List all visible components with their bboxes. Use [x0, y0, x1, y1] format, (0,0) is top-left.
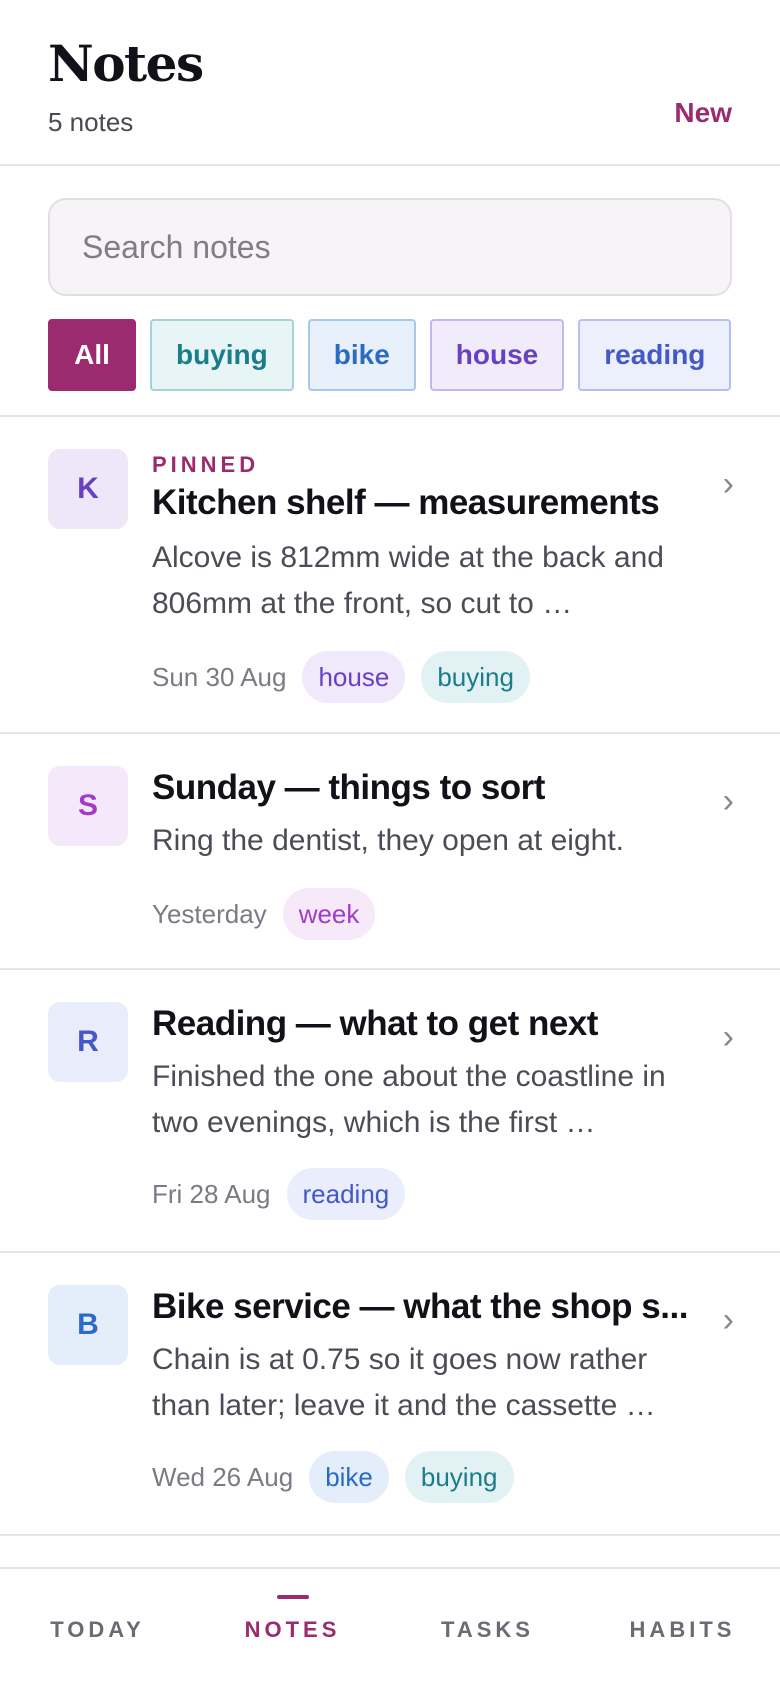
note-date: Yesterday [152, 898, 267, 929]
filter-chip-house[interactable]: house [429, 319, 565, 391]
tab-habits[interactable]: HABITS [585, 1569, 780, 1688]
new-note-button[interactable]: New [674, 97, 732, 129]
note-date: Fri 28 Aug [152, 1178, 271, 1209]
pinned-label: PINNED [152, 452, 260, 477]
note-tag[interactable]: buying [404, 1451, 514, 1503]
note-meta: Fri 28 Aug reading [152, 1168, 421, 1220]
note-row[interactable]: R Reading — what to get next Finished th… [0, 972, 780, 1253]
note-tag[interactable]: house [302, 651, 406, 703]
tag-filter-bar: All buying bike house reading [48, 319, 732, 393]
note-avatar: S [48, 766, 128, 846]
note-preview: Ring the dentist, they open at eight. [152, 824, 624, 857]
bottom-tab-bar: TODAY NOTES TASKS HABITS [0, 1567, 780, 1688]
note-meta: Wed 26 Aug bike buying [152, 1451, 530, 1503]
note-date: Wed 26 Aug [152, 1461, 294, 1492]
tab-notes[interactable]: NOTES [195, 1569, 390, 1688]
note-preview: Alcove is 812mm wide at the back and 806… [152, 541, 664, 620]
tab-today[interactable]: TODAY [0, 1569, 195, 1688]
note-title: Kitchen shelf — measurements [152, 483, 660, 522]
note-preview: Finished the one about the coastline in … [152, 1060, 666, 1139]
note-tag[interactable]: bike [309, 1451, 389, 1503]
notes-list: K PINNED Kitchen shelf — measurements Al… [0, 415, 780, 1536]
note-tag[interactable]: reading [286, 1168, 406, 1220]
note-row[interactable]: S Sunday — things to sort Ring the denti… [0, 736, 780, 970]
note-date: Sun 30 Aug [152, 661, 287, 692]
notes-count: 5 notes [48, 107, 134, 137]
note-avatar: K [48, 449, 128, 529]
active-tab-indicator [276, 1595, 309, 1599]
app-header: Notes 5 notes New [0, 0, 780, 166]
filter-chip-all[interactable]: All [48, 319, 136, 391]
page-title: Notes [48, 34, 204, 93]
note-title: Bike service — what the shop s... [152, 1287, 688, 1326]
note-tag[interactable]: buying [421, 651, 530, 703]
chevron-right-icon: › [722, 782, 734, 820]
note-title: Sunday — things to sort [152, 768, 545, 807]
chevron-right-icon: › [722, 1018, 734, 1056]
note-row[interactable]: K PINNED Kitchen shelf — measurements Al… [0, 417, 780, 734]
filter-chip-bike[interactable]: bike [307, 319, 416, 391]
note-title: Reading — what to get next [152, 1004, 598, 1043]
note-avatar: R [48, 1002, 128, 1082]
search-box[interactable] [48, 198, 732, 296]
search-input[interactable] [82, 228, 698, 266]
filter-chip-buying[interactable]: buying [150, 319, 294, 391]
note-avatar: B [48, 1285, 128, 1365]
tab-notes-label: NOTES [244, 1616, 341, 1642]
note-meta: Yesterday week [152, 888, 391, 940]
note-row[interactable]: B Bike service — what the shop s... Chai… [0, 1255, 780, 1536]
chevron-right-icon: › [722, 465, 734, 503]
note-meta: Sun 30 Aug house buying [152, 651, 546, 703]
note-preview: Chain is at 0.75 so it goes now rather t… [152, 1343, 656, 1422]
note-tag[interactable]: week [282, 888, 376, 940]
chevron-right-icon: › [722, 1301, 734, 1339]
tab-tasks[interactable]: TASKS [390, 1569, 585, 1688]
filter-chip-reading[interactable]: reading [578, 319, 732, 391]
